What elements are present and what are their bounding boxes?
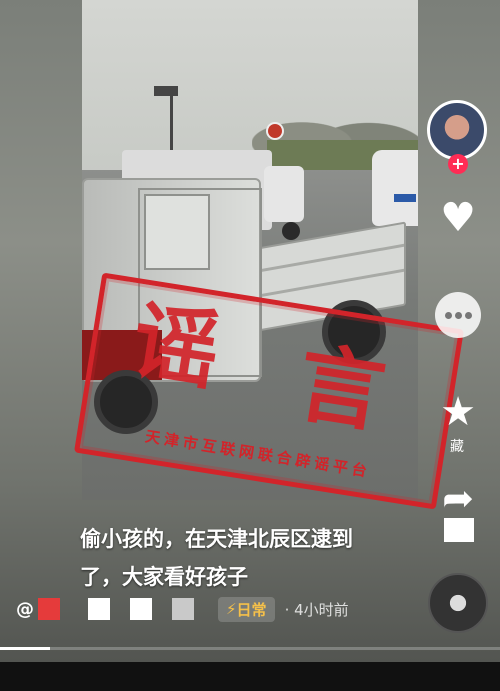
cargo-rail [254,243,404,274]
post-time: · 4小时前 [284,600,349,619]
cargo-rail [254,268,404,299]
video-caption: 偷小孩的，在天津北辰区逮到 了，大家看好孩子 [80,520,440,596]
follow-button[interactable]: + [448,154,468,174]
meta-row: @ ⚡ 日常 · 4小时前 [16,594,349,624]
stamp-char-2: 言 [290,333,392,446]
comment-icon [445,312,452,319]
lightning-icon: ⚡ [226,600,237,618]
favorite-button[interactable]: ★ [433,390,483,434]
favorite-label: 藏 [450,439,464,455]
handle-redacted [172,598,194,620]
caption-line: 偷小孩的，在天津北辰区逮到 [80,527,353,551]
like-button[interactable]: ♥ [433,196,483,240]
heart-icon: ♥ [440,195,476,241]
author-avatar[interactable] [427,100,487,160]
white-car [372,150,418,226]
star-icon: ★ [440,389,476,435]
handle-redacted [88,598,110,620]
share-button[interactable]: ➦ [433,478,483,518]
stamp-char-1: 谣 [125,290,227,403]
truck-wheel [282,222,300,240]
share-icon: ➦ [442,476,474,520]
share-count-redacted [444,518,474,542]
playback-progress[interactable] [0,647,500,650]
comment-icon [455,312,462,319]
handle-redacted [130,598,152,620]
truck-cab [264,166,304,222]
no-entry-sign [266,122,284,140]
category-tag[interactable]: ⚡ 日常 [218,596,275,622]
bottom-bar [0,662,500,691]
cabin-window [144,194,210,270]
license-plate [394,194,416,202]
caption-line: 了，大家看好孩子 [80,565,248,589]
progress-fill [0,647,50,650]
author-handle[interactable]: @ [16,599,34,620]
comment-button[interactable] [435,292,481,338]
comment-icon [465,312,472,319]
tag-label: 日常 [236,600,267,619]
street-lamp-head [154,86,178,96]
handle-redacted [38,598,60,620]
